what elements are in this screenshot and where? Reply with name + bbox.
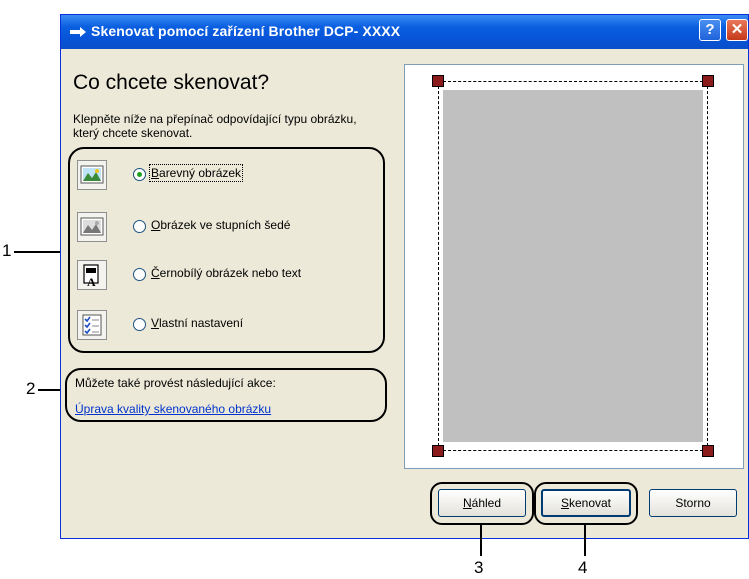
instruction-text: Klepněte níže na přepínač odpovídající t…: [73, 112, 357, 140]
callout-2: 2: [26, 379, 36, 398]
scanner-arrow-icon: [70, 27, 86, 37]
callout-box-4: [534, 482, 638, 525]
callout-4: 4: [578, 558, 588, 577]
preview-pane: [404, 64, 744, 469]
crop-handle-bottom-left[interactable]: [432, 445, 444, 457]
callout-3: 3: [474, 558, 484, 577]
crop-handle-top-left[interactable]: [432, 75, 444, 87]
crop-handle-bottom-right[interactable]: [702, 445, 714, 457]
crop-handle-top-right[interactable]: [702, 75, 714, 87]
callout-3-line: [480, 524, 482, 556]
close-button[interactable]: ✕: [726, 19, 748, 41]
adjust-scan-quality-link[interactable]: Úprava kvality skenovaného obrázku: [75, 402, 271, 416]
callout-box-3: [430, 482, 534, 525]
cancel-button[interactable]: Storno: [649, 489, 737, 517]
page-title: Co chcete skenovat?: [73, 71, 270, 94]
window-title: Skenovat pomocí zařízení Brother DCP- XX…: [91, 23, 401, 39]
callout-1-line: [14, 251, 60, 253]
callout-4-line: [584, 524, 586, 556]
scan-area[interactable]: [438, 81, 708, 451]
help-button[interactable]: ?: [699, 19, 721, 41]
callout-box-1: [68, 147, 385, 353]
scan-dialog: Skenovat pomocí zařízení Brother DCP- XX…: [60, 14, 749, 539]
preview-image: [443, 90, 703, 442]
callout-2-line: [38, 389, 60, 391]
additional-actions-label: Můžete také provést následující akce:: [75, 376, 276, 390]
callout-1: 1: [2, 241, 12, 260]
title-bar: Skenovat pomocí zařízení Brother DCP- XX…: [61, 15, 748, 49]
